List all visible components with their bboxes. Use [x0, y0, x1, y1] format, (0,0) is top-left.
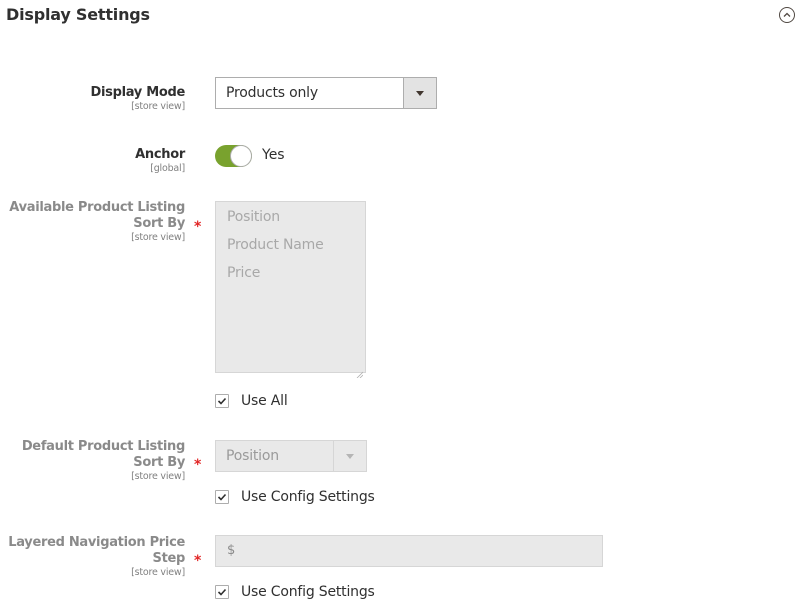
anchor-label: Anchor [global] — [135, 147, 185, 174]
price-step-label-line2: Step — [152, 551, 186, 566]
price-step-label-line1: Layered Navigation Price — [8, 535, 185, 550]
price-step-input[interactable]: $ — [215, 535, 603, 567]
default-sort-by-label: Default Product Listing Sort By [store v… — [22, 439, 185, 482]
required-asterisk: * — [194, 219, 202, 235]
anchor-label-text: Anchor — [135, 147, 185, 162]
required-asterisk: * — [194, 553, 202, 569]
display-mode-label: Display Mode [store view] — [90, 85, 185, 112]
checkmark-icon — [217, 588, 227, 596]
default-sort-use-config-checkbox[interactable]: Use Config Settings — [215, 489, 375, 505]
default-sort-by-label-line2: Sort By — [133, 455, 185, 470]
use-config-label: Use Config Settings — [241, 489, 375, 505]
toggle-knob — [230, 145, 252, 167]
anchor-toggle-label: Yes — [262, 147, 285, 163]
collapse-section-button[interactable] — [779, 7, 795, 23]
currency-addon: $ — [227, 543, 236, 558]
available-sort-by-label-line1: Available Product Listing — [9, 200, 185, 215]
display-mode-label-text: Display Mode — [90, 85, 185, 100]
required-asterisk: * — [194, 457, 202, 473]
use-all-label: Use All — [241, 393, 288, 409]
price-step-scope: [store view] — [131, 567, 185, 578]
checkmark-icon — [217, 397, 227, 405]
anchor-toggle[interactable] — [215, 145, 252, 167]
anchor-scope: [global] — [150, 163, 185, 174]
available-sort-by-scope: [store view] — [131, 232, 185, 243]
dropdown-arrow-icon — [403, 78, 436, 108]
resize-handle-icon[interactable] — [356, 363, 364, 379]
available-sort-by-multiselect[interactable]: Position Product Name Price — [215, 201, 366, 379]
multiselect-option[interactable]: Price — [216, 259, 365, 287]
checkbox[interactable] — [215, 490, 229, 504]
section-title: Display Settings — [6, 5, 150, 24]
checkbox[interactable] — [215, 585, 229, 599]
price-step-use-config-checkbox[interactable]: Use Config Settings — [215, 584, 375, 600]
multiselect-option[interactable]: Position — [216, 203, 365, 231]
available-sort-by-label: Available Product Listing Sort By [store… — [9, 200, 185, 243]
default-sort-by-label-line1: Default Product Listing — [21, 439, 185, 454]
multiselect-option[interactable]: Product Name — [216, 231, 365, 259]
use-config-label: Use Config Settings — [241, 584, 375, 600]
dropdown-arrow-icon — [333, 441, 366, 471]
checkbox[interactable] — [215, 394, 229, 408]
default-sort-by-value: Position — [226, 448, 279, 464]
use-all-checkbox[interactable]: Use All — [215, 393, 288, 409]
display-mode-scope: [store view] — [131, 101, 185, 112]
display-mode-value: Products only — [226, 85, 318, 101]
available-sort-by-label-line2: Sort By — [133, 216, 185, 231]
price-step-label: Layered Navigation Price Step [store vie… — [8, 535, 185, 578]
display-mode-select[interactable]: Products only — [215, 77, 437, 109]
default-sort-by-select[interactable]: Position — [215, 440, 367, 472]
default-sort-by-scope: [store view] — [131, 471, 185, 482]
checkmark-icon — [217, 493, 227, 501]
